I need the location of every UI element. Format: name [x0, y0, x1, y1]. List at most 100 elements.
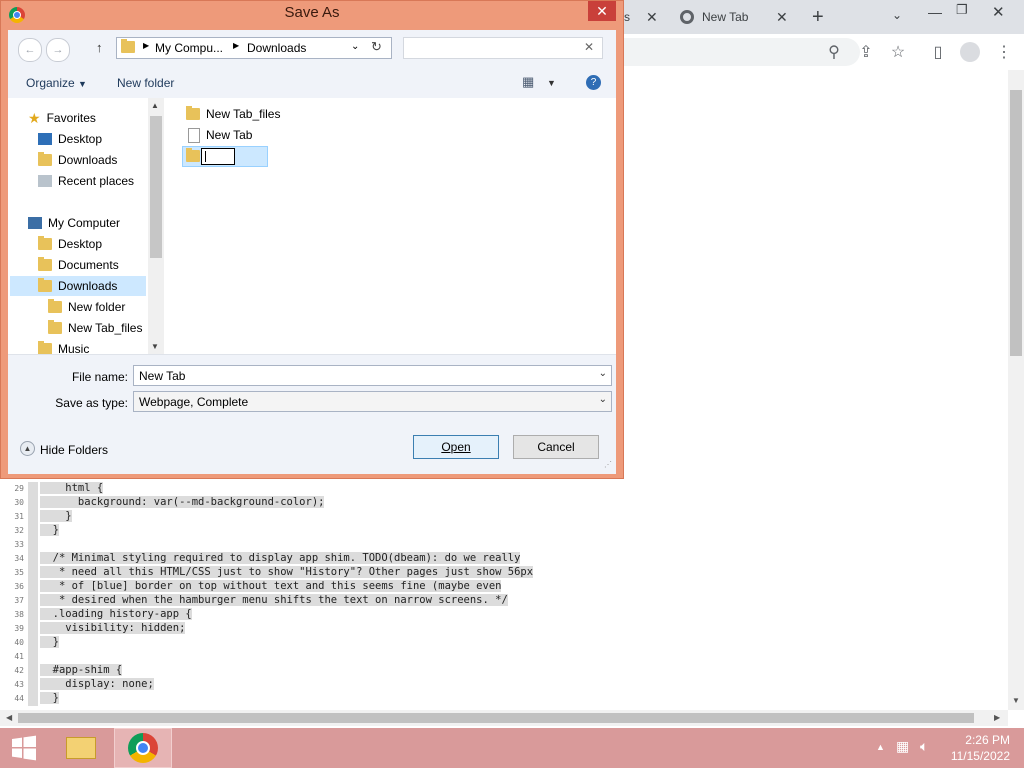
- breadcrumb-separator-icon: ▶: [143, 41, 150, 50]
- restore-icon[interactable]: ❐: [956, 2, 968, 18]
- file-explorer-icon[interactable]: [58, 728, 104, 768]
- nav-favorites-desktop[interactable]: Desktop: [38, 129, 102, 149]
- nav-computer-downloads[interactable]: Downloads: [10, 276, 146, 296]
- resize-grip-icon[interactable]: ⋰: [604, 460, 612, 469]
- side-panel-icon[interactable]: ▯: [924, 38, 952, 66]
- open-button[interactable]: Open: [413, 435, 499, 459]
- chevron-down-icon[interactable]: ⌄: [351, 41, 359, 52]
- file-name-value: New Tab: [139, 368, 186, 383]
- organize-menu-button[interactable]: Organize ▼: [26, 76, 87, 90]
- forward-arrow-icon[interactable]: →: [46, 38, 70, 62]
- tab-title: s: [624, 10, 630, 24]
- volume-icon[interactable]: 🔈︎: [920, 738, 928, 755]
- selection-gutter: [28, 482, 38, 496]
- source-line: visibility: hidden;: [40, 622, 186, 634]
- open-label: Open: [441, 440, 471, 454]
- search-input[interactable]: ✕: [403, 37, 603, 59]
- nav-favorites-downloads[interactable]: Downloads: [38, 150, 117, 170]
- nav-new-folder[interactable]: New folder: [48, 297, 125, 317]
- nav-label: My Computer: [48, 216, 121, 230]
- line-number: 29: [14, 484, 24, 493]
- source-line: background: var(--md-background-color);: [40, 496, 325, 508]
- line-number: 31: [14, 512, 24, 521]
- navigation-pane-scroll-thumb[interactable]: [150, 116, 162, 258]
- selection-gutter: [28, 524, 38, 538]
- selection-gutter: [28, 552, 38, 566]
- chrome-tab-icon: [680, 10, 694, 24]
- up-arrow-icon[interactable]: ↑: [96, 40, 103, 55]
- source-line: }: [40, 510, 72, 522]
- browser-tab-partial[interactable]: s ✕: [620, 0, 668, 34]
- view-options-icon[interactable]: ▦: [522, 74, 534, 90]
- nav-new-tab-files[interactable]: New Tab_files: [48, 318, 142, 338]
- chevron-up-icon[interactable]: ▲: [20, 441, 35, 456]
- file-name-input[interactable]: New Tab ⌄: [133, 365, 612, 386]
- network-icon[interactable]: ▦: [896, 738, 909, 755]
- nav-documents[interactable]: Documents: [38, 255, 119, 275]
- minimize-icon[interactable]: —: [928, 4, 942, 20]
- dialog-title: Save As: [284, 4, 340, 21]
- nav-my-computer[interactable]: My Computer: [28, 213, 120, 233]
- scroll-left-icon[interactable]: ◀: [6, 713, 12, 722]
- nav-computer-desktop[interactable]: Desktop: [38, 234, 102, 254]
- chevron-up-icon[interactable]: ▲: [876, 742, 885, 752]
- cancel-button[interactable]: Cancel: [513, 435, 599, 459]
- help-icon[interactable]: ?: [586, 75, 601, 90]
- selection-gutter: [28, 622, 38, 636]
- address-breadcrumb[interactable]: ▶ My Compu... ▶ Downloads ⌄ ↻: [116, 37, 392, 59]
- folder-icon: [186, 106, 200, 120]
- selection-gutter: [28, 636, 38, 650]
- line-number: 30: [14, 498, 24, 507]
- source-line: [40, 538, 46, 550]
- scroll-down-icon[interactable]: ▼: [1012, 696, 1020, 705]
- back-arrow-icon[interactable]: ←: [18, 38, 42, 62]
- scroll-up-icon[interactable]: ▲: [151, 101, 159, 110]
- chevron-down-icon[interactable]: ⌄: [599, 394, 607, 405]
- hide-folders-button[interactable]: Hide Folders: [40, 443, 108, 457]
- chrome-taskbar-icon[interactable]: [114, 728, 172, 768]
- profile-icon[interactable]: [956, 38, 984, 66]
- scroll-down-icon[interactable]: ▼: [151, 342, 159, 351]
- line-number: 34: [14, 554, 24, 563]
- save-type-select[interactable]: Webpage, Complete ⌄: [133, 391, 612, 412]
- breadcrumb-downloads[interactable]: Downloads: [247, 41, 306, 55]
- new-folder-button[interactable]: New folder: [117, 76, 174, 90]
- scroll-right-icon[interactable]: ▶: [994, 713, 1000, 722]
- nav-label: Favorites: [46, 111, 96, 125]
- windows-start-icon[interactable]: [0, 728, 48, 768]
- nav-label: Downloads: [58, 279, 118, 293]
- view-dropdown-icon[interactable]: ▼: [547, 78, 556, 88]
- star-icon[interactable]: ☆: [884, 38, 912, 66]
- kebab-menu-icon[interactable]: ⋮: [990, 38, 1018, 66]
- nav-label: Recent places: [58, 174, 135, 188]
- cancel-label: Cancel: [537, 440, 575, 454]
- star-icon: ★: [28, 109, 41, 126]
- system-clock[interactable]: 2:26 PM 11/15/2022: [951, 732, 1010, 764]
- clear-search-icon[interactable]: ✕: [584, 40, 594, 54]
- refresh-icon[interactable]: ↻: [371, 39, 382, 55]
- line-number: 43: [14, 680, 24, 689]
- close-tab-icon[interactable]: ✕: [776, 9, 788, 26]
- browser-tab-new-tab[interactable]: New Tab ✕: [670, 0, 800, 34]
- rename-input[interactable]: [201, 148, 235, 165]
- chevron-down-icon[interactable]: ⌄: [599, 368, 607, 379]
- close-tab-icon[interactable]: ✕: [646, 9, 658, 26]
- horizontal-scroll-thumb[interactable]: [18, 713, 974, 723]
- source-line: * desired when the hamburger menu shifts…: [40, 594, 508, 606]
- nav-favorites[interactable]: ★ Favorites: [28, 108, 96, 128]
- nav-recent-places[interactable]: Recent places: [38, 171, 134, 191]
- share-icon[interactable]: ⇪: [852, 38, 880, 66]
- plus-icon[interactable]: +: [812, 6, 824, 29]
- breadcrumb-my-computer[interactable]: My Compu...: [155, 41, 223, 55]
- chevron-down-icon[interactable]: ⌄: [892, 8, 902, 22]
- file-item-page[interactable]: New Tab: [188, 125, 252, 145]
- clock-time: 2:26 PM: [965, 733, 1010, 747]
- vertical-scroll-thumb[interactable]: [1010, 90, 1022, 356]
- desktop-folder-icon: [38, 236, 52, 250]
- zoom-icon[interactable]: ⚲: [820, 38, 848, 66]
- source-line: .loading history-app {: [40, 608, 192, 620]
- close-window-icon[interactable]: ✕: [992, 3, 1005, 21]
- file-item-folder[interactable]: New Tab_files: [186, 104, 280, 124]
- close-dialog-icon[interactable]: ✕: [588, 1, 616, 21]
- taskbar: ▲ ▦ 🔈︎ 2:26 PM 11/15/2022: [0, 728, 1024, 768]
